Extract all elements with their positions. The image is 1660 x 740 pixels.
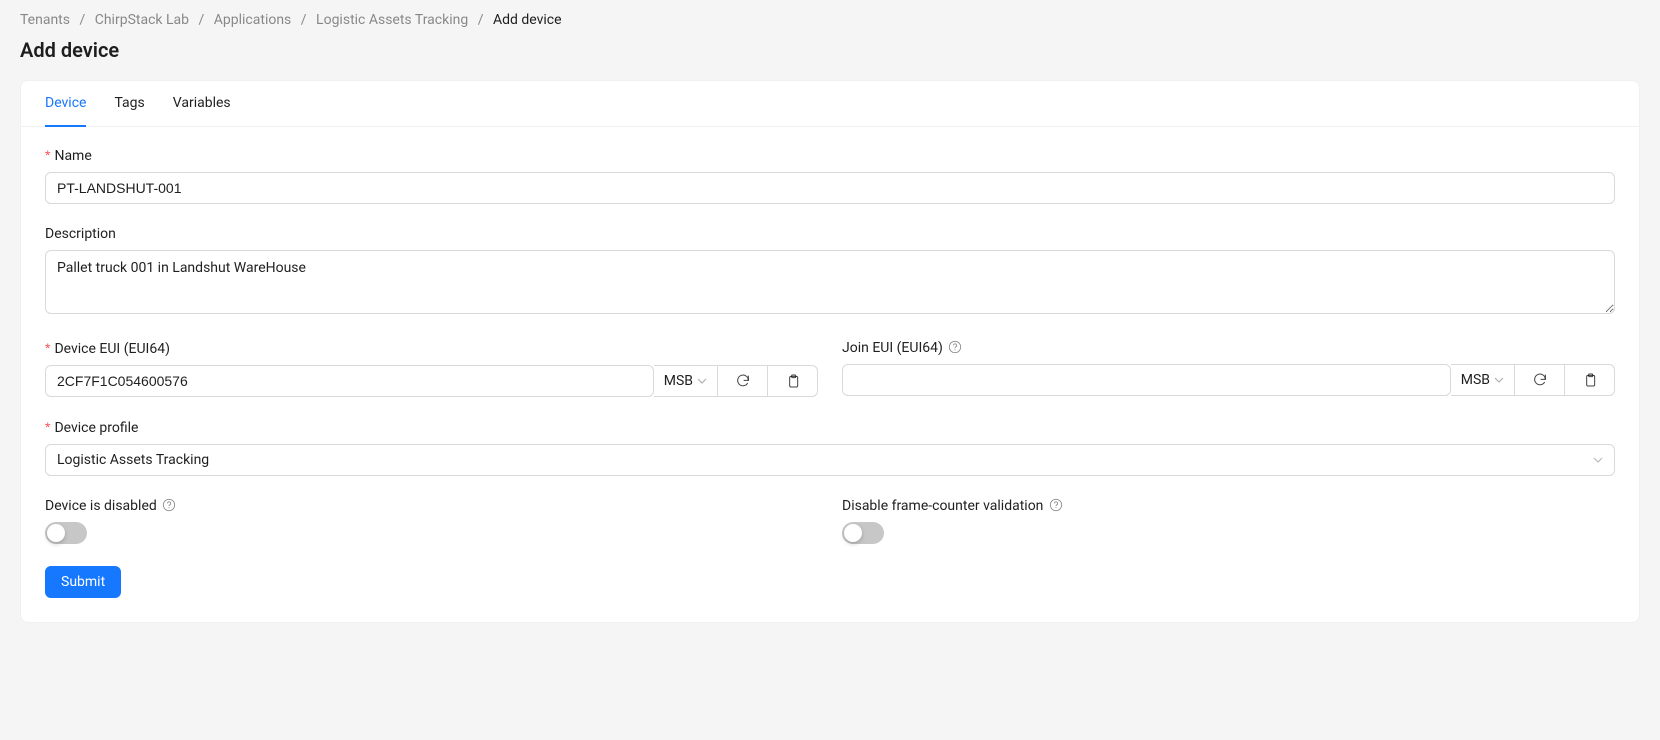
tab-device[interactable]: Device	[45, 81, 86, 127]
join-eui-label: Join EUI (EUI64)	[842, 340, 1615, 356]
reload-icon	[1532, 372, 1548, 388]
name-label: *Name	[45, 147, 1615, 164]
tabs: Device Tags Variables	[21, 81, 1639, 127]
device-eui-byteorder-select[interactable]: MSB	[654, 365, 718, 397]
breadcrumb-separator: /	[198, 12, 204, 28]
clipboard-icon	[785, 373, 801, 389]
join-eui-copy-button[interactable]	[1565, 364, 1615, 396]
name-input[interactable]	[45, 172, 1615, 204]
breadcrumb: Tenants / ChirpStack Lab / Applications …	[20, 8, 1640, 32]
device-eui-group: MSB	[45, 365, 818, 397]
description-input[interactable]: Pallet truck 001 in Landshut WareHouse	[45, 250, 1615, 314]
help-icon[interactable]	[1049, 498, 1063, 512]
breadcrumb-application[interactable]: Logistic Assets Tracking	[316, 12, 468, 28]
join-eui-byteorder-select[interactable]: MSB	[1451, 364, 1515, 396]
clipboard-icon	[1582, 372, 1598, 388]
breadcrumb-tenant[interactable]: ChirpStack Lab	[95, 12, 189, 28]
chevron-down-icon	[1593, 455, 1603, 465]
device-eui-copy-button[interactable]	[768, 365, 818, 397]
device-eui-label: *Device EUI (EUI64)	[45, 340, 818, 357]
device-eui-reload-button[interactable]	[718, 365, 768, 397]
device-profile-select[interactable]: Logistic Assets Tracking	[45, 444, 1615, 476]
form-card: Device Tags Variables *Name Description …	[20, 80, 1640, 623]
join-eui-input[interactable]	[842, 364, 1451, 396]
breadcrumb-current: Add device	[493, 12, 562, 28]
frame-counter-switch[interactable]	[842, 522, 884, 544]
page-title: Add device	[20, 38, 1640, 62]
disabled-switch[interactable]	[45, 522, 87, 544]
breadcrumb-separator: /	[478, 12, 484, 28]
breadcrumb-applications[interactable]: Applications	[214, 12, 292, 28]
device-eui-input[interactable]	[45, 365, 654, 397]
device-profile-label: *Device profile	[45, 419, 1615, 436]
reload-icon	[735, 373, 751, 389]
help-icon[interactable]	[948, 340, 962, 354]
breadcrumb-separator: /	[301, 12, 307, 28]
tab-tags[interactable]: Tags	[114, 81, 144, 127]
device-profile-value: Logistic Assets Tracking	[57, 449, 209, 471]
breadcrumb-separator: /	[79, 12, 85, 28]
tab-variables[interactable]: Variables	[173, 81, 231, 127]
chevron-down-icon	[1494, 375, 1504, 385]
join-eui-group: MSB	[842, 364, 1615, 396]
frame-counter-label: Disable frame-counter validation	[842, 498, 1615, 514]
breadcrumb-tenants[interactable]: Tenants	[20, 12, 70, 28]
help-icon[interactable]	[162, 498, 176, 512]
description-label: Description	[45, 226, 1615, 242]
disabled-label: Device is disabled	[45, 498, 818, 514]
submit-button[interactable]: Submit	[45, 566, 121, 598]
join-eui-reload-button[interactable]	[1515, 364, 1565, 396]
chevron-down-icon	[697, 376, 707, 386]
